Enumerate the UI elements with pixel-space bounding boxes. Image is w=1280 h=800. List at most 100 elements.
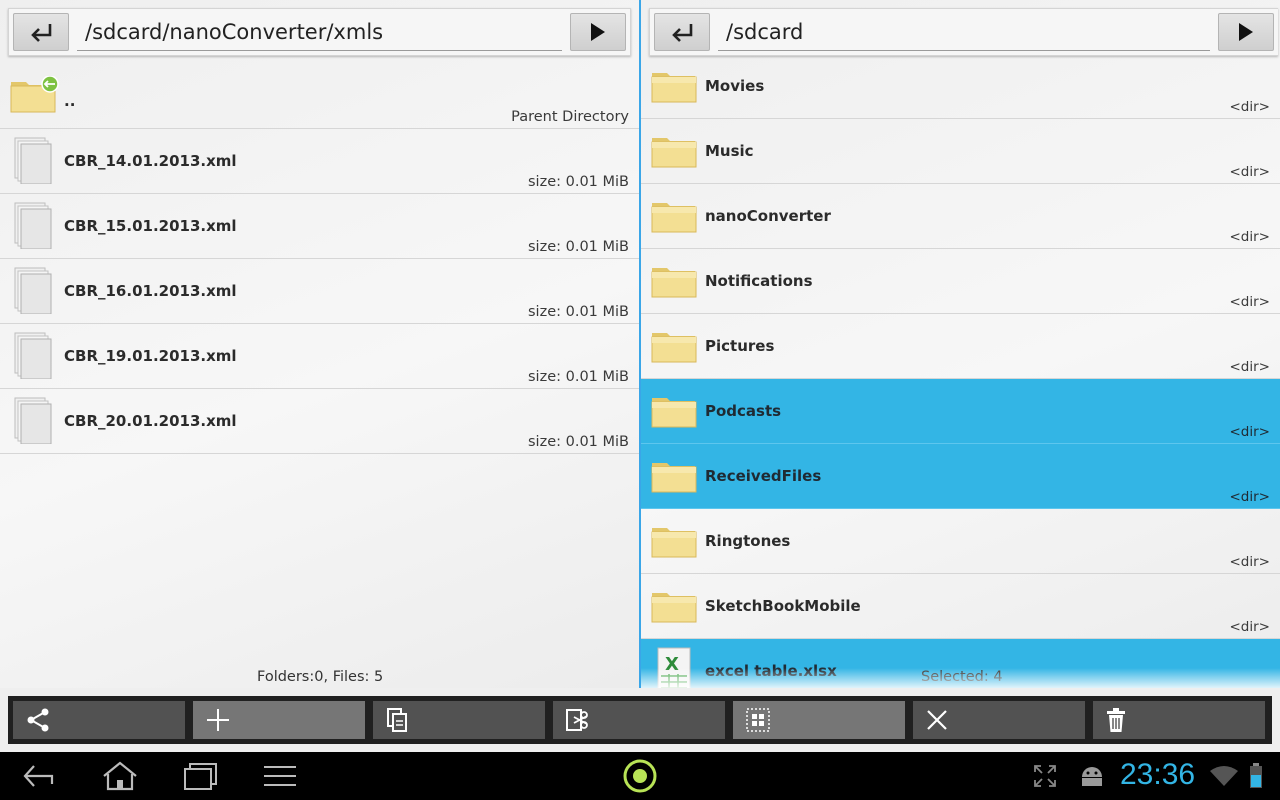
menu-nav-button[interactable]	[258, 752, 302, 800]
item-details: <dir>	[1229, 554, 1271, 570]
delete-icon	[1107, 708, 1125, 732]
item-details: <dir>	[1229, 164, 1271, 180]
item-details: size: 0.01 MiB	[528, 304, 629, 320]
cut-button[interactable]	[553, 701, 725, 739]
item-details: size: 0.01 MiB	[528, 434, 629, 450]
item-name: Movies	[705, 77, 765, 95]
new-folder-button[interactable]	[193, 701, 365, 739]
list-item[interactable]: .. Parent Directory	[0, 64, 639, 129]
recent-apps-button[interactable]	[178, 752, 222, 800]
item-name: CBR_20.01.2013.xml	[64, 412, 237, 430]
right-status-text: Selected: 4	[921, 669, 1003, 685]
battery-icon	[1250, 763, 1262, 788]
right-go-button[interactable]	[1218, 13, 1274, 51]
return-arrow-icon	[672, 24, 693, 42]
folder-icon	[651, 333, 697, 363]
app-indicator[interactable]	[618, 752, 662, 800]
item-details: <dir>	[1229, 424, 1271, 440]
home-nav-button[interactable]	[96, 752, 144, 800]
item-name: Ringtones	[705, 532, 791, 550]
folder-icon	[651, 528, 697, 558]
wifi-status	[1208, 752, 1240, 800]
copy-button[interactable]	[373, 701, 545, 739]
item-name: ..	[64, 92, 76, 110]
left-file-list: .. Parent Directory CBR_14.01.2013.xmlsiz…	[0, 64, 639, 454]
list-item[interactable]: CBR_14.01.2013.xml size: 0.01 MiB	[0, 129, 639, 194]
left-back-button[interactable]	[13, 13, 69, 51]
item-details: <dir>	[1229, 489, 1271, 505]
file-icon	[14, 137, 52, 185]
file-icon	[14, 202, 52, 250]
item-name: Pictures	[705, 337, 775, 355]
home-icon	[103, 761, 137, 791]
select-all-button[interactable]	[733, 701, 905, 739]
item-name: nanoConverter	[705, 207, 831, 225]
left-path-field[interactable]: /sdcard/nanoConverter/xmls	[77, 13, 562, 51]
parent-folder-icon	[10, 75, 59, 113]
excel-file-icon: X	[657, 647, 691, 688]
battery-status	[1246, 752, 1266, 800]
share-button[interactable]	[13, 701, 185, 739]
play-icon	[591, 23, 605, 41]
clock: 23:36	[1120, 758, 1196, 791]
item-name: CBR_15.01.2013.xml	[64, 217, 237, 235]
action-toolbar	[8, 696, 1272, 744]
item-name: excel table.xlsx	[705, 662, 837, 680]
folder-icon	[651, 138, 697, 168]
list-item[interactable]: Movies <dir>	[641, 54, 1280, 119]
system-navigation-bar	[0, 752, 1280, 800]
back-nav-button[interactable]	[18, 752, 62, 800]
folder-icon	[651, 268, 697, 298]
item-details: <dir>	[1229, 99, 1271, 115]
left-path-bar: /sdcard/nanoConverter/xmls	[8, 8, 631, 56]
share-icon	[27, 708, 49, 732]
wifi-icon	[1210, 766, 1238, 786]
list-item[interactable]: CBR_19.01.2013.xml size: 0.01 MiB	[0, 324, 639, 389]
delete-button[interactable]	[1093, 701, 1265, 739]
right-path-field[interactable]: /sdcard	[718, 13, 1210, 51]
close-icon	[927, 710, 947, 730]
item-details: <dir>	[1229, 619, 1271, 635]
list-item[interactable]: Notifications <dir>	[641, 249, 1280, 314]
item-name: CBR_19.01.2013.xml	[64, 347, 237, 365]
file-icon	[14, 397, 52, 445]
item-name: Music	[705, 142, 754, 160]
debug-notification[interactable]	[1076, 752, 1108, 800]
item-details: <dir>	[1229, 359, 1271, 375]
item-details: size: 0.01 MiB	[528, 174, 629, 190]
item-name: Podcasts	[705, 402, 782, 420]
target-circle-icon	[623, 759, 657, 793]
list-item[interactable]: CBR_16.01.2013.xml size: 0.01 MiB	[0, 259, 639, 324]
item-details: <dir>	[1229, 294, 1271, 310]
list-item[interactable]: Ringtones <dir>	[641, 509, 1280, 574]
item-details: size: 0.01 MiB	[528, 239, 629, 255]
cut-icon	[566, 709, 588, 731]
list-item[interactable]: Pictures <dir>	[641, 314, 1280, 379]
list-item[interactable]: Podcasts <dir>	[641, 379, 1280, 444]
list-item[interactable]: CBR_15.01.2013.xml size: 0.01 MiB	[0, 194, 639, 259]
item-name: Notifications	[705, 272, 813, 290]
right-file-pane: /sdcard Movies <dir> Music <dir> nanoConve…	[641, 0, 1280, 688]
item-name: CBR_14.01.2013.xml	[64, 152, 237, 170]
file-icon	[14, 267, 52, 315]
list-item[interactable]: CBR_20.01.2013.xml size: 0.01 MiB	[0, 389, 639, 454]
right-back-button[interactable]	[654, 13, 710, 51]
back-arrow-icon	[23, 765, 54, 787]
play-icon	[1239, 23, 1253, 41]
folder-icon	[651, 73, 697, 103]
list-item[interactable]: Music <dir>	[641, 119, 1280, 184]
select-all-icon	[746, 708, 770, 732]
item-name: ReceivedFiles	[705, 467, 822, 485]
deselect-button[interactable]	[913, 701, 1085, 739]
list-item[interactable]: nanoConverter <dir>	[641, 184, 1280, 249]
list-item[interactable]: SketchBookMobile <dir>	[641, 574, 1280, 639]
folder-icon	[651, 398, 697, 428]
left-status-text: Folders:0, Files: 5	[257, 669, 384, 685]
right-path-bar: /sdcard	[649, 8, 1278, 56]
list-item[interactable]: ReceivedFiles <dir>	[641, 444, 1280, 509]
left-go-button[interactable]	[570, 13, 626, 51]
item-name: CBR_16.01.2013.xml	[64, 282, 237, 300]
android-icon	[1082, 767, 1102, 786]
fullscreen-indicator[interactable]	[1030, 752, 1060, 800]
fullscreen-icon	[1034, 765, 1056, 787]
